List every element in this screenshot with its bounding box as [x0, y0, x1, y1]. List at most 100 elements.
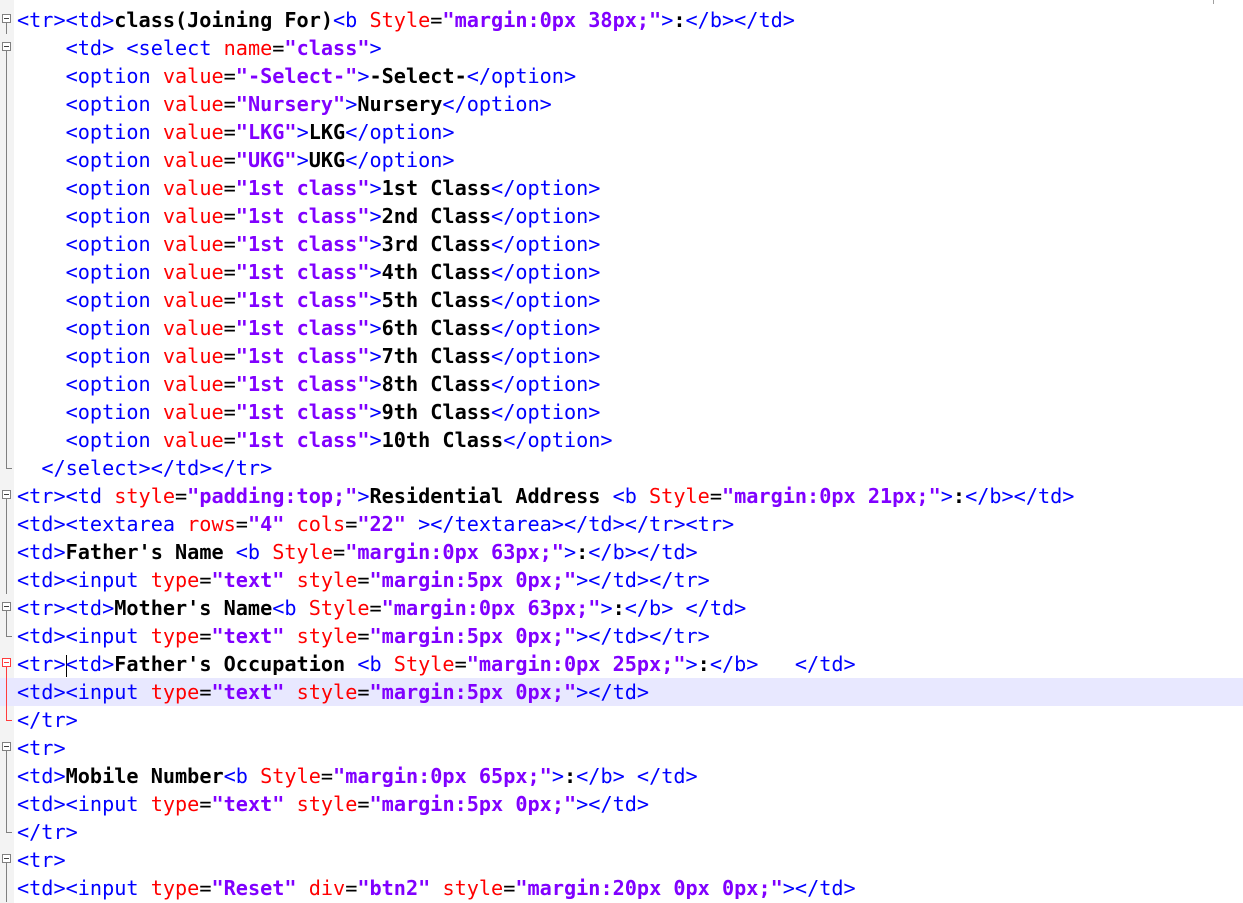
- code-line[interactable]: <option value="1st class">10th Class</op…: [0, 426, 1243, 454]
- value-token: "btn2": [357, 876, 431, 900]
- code-line[interactable]: <option value="1st class">6th Class</opt…: [0, 314, 1243, 342]
- attribute-token: style: [114, 484, 176, 508]
- plain-token: =: [454, 652, 467, 676]
- code-line[interactable]: <td><input type="text" style="margin:5px…: [0, 622, 1243, 650]
- code-line[interactable]: <td> <select name="class">: [0, 34, 1243, 62]
- code-line[interactable]: </tr>: [0, 706, 1243, 734]
- code-text[interactable]: <tr>: [17, 846, 66, 874]
- code-text[interactable]: <option value="-Select-">-Select-</optio…: [17, 62, 577, 90]
- code-text[interactable]: <option value="1st class">7th Class</opt…: [17, 342, 601, 370]
- fold-collapse-icon[interactable]: [2, 658, 11, 667]
- code-text[interactable]: <td><input type="text" style="margin:5px…: [17, 678, 649, 706]
- code-line[interactable]: <td><input type="Reset" div="btn2" style…: [0, 874, 1243, 902]
- code-line[interactable]: <td>Father's Name <b Style="margin:0px 6…: [0, 538, 1243, 566]
- code-line[interactable]: <tr>: [0, 846, 1243, 874]
- fold-collapse-icon[interactable]: [2, 742, 11, 751]
- code-line[interactable]: <tr><td>class(Joining For)<b Style="marg…: [0, 6, 1243, 34]
- code-text[interactable]: <td> <select name="class">: [17, 34, 382, 62]
- code-line[interactable]: <td><input type="text" style="margin:5px…: [0, 678, 1243, 706]
- tag-token: <option: [65, 316, 163, 340]
- value-token: "1st class": [235, 288, 370, 312]
- code-text[interactable]: <option value="Nursery">Nursery</option>: [17, 90, 552, 118]
- code-lines[interactable]: <tr><td>class(Joining For)<b Style="marg…: [0, 6, 1243, 902]
- code-text[interactable]: </tr>: [17, 818, 78, 846]
- code-line[interactable]: <td><input type="text" style="margin:5px…: [0, 790, 1243, 818]
- value-token: "class": [284, 36, 370, 60]
- value-token: "1st class": [235, 176, 370, 200]
- code-line[interactable]: <option value="1st class">4th Class</opt…: [0, 258, 1243, 286]
- fold-gutter: [0, 230, 14, 258]
- code-line[interactable]: <tr>: [0, 734, 1243, 762]
- code-line[interactable]: <option value="1st class">7th Class</opt…: [0, 342, 1243, 370]
- code-line[interactable]: </tr>: [0, 818, 1243, 846]
- fold-collapse-icon[interactable]: [2, 602, 11, 611]
- code-text[interactable]: <option value="1st class">6th Class</opt…: [17, 314, 601, 342]
- fold-collapse-icon[interactable]: [2, 14, 11, 23]
- code-line[interactable]: <td>Mobile Number<b Style="margin:0px 65…: [0, 762, 1243, 790]
- code-text[interactable]: <option value="1st class">10th Class</op…: [17, 426, 613, 454]
- code-line[interactable]: <option value="-Select-">-Select-</optio…: [0, 62, 1243, 90]
- tag-token: <td><input: [17, 568, 151, 592]
- code-line[interactable]: <option value="1st class">2nd Class</opt…: [0, 202, 1243, 230]
- fold-collapse-icon[interactable]: [2, 490, 11, 499]
- tag-token: >: [940, 484, 953, 508]
- code-line[interactable]: <option value="LKG">LKG</option>: [0, 118, 1243, 146]
- code-line[interactable]: <option value="1st class">9th Class</opt…: [0, 398, 1243, 426]
- fold-line: [6, 874, 7, 902]
- code-text[interactable]: <td><input type="Reset" div="btn2" style…: [17, 874, 856, 902]
- code-text[interactable]: </tr>: [17, 706, 78, 734]
- code-line[interactable]: </select></td></tr>: [0, 454, 1243, 482]
- tag-token: <td><input: [17, 624, 151, 648]
- plain-token: =: [709, 484, 722, 508]
- code-line[interactable]: <td><textarea rows="4" cols="22" ></text…: [0, 510, 1243, 538]
- code-text[interactable]: <td><input type="text" style="margin:5px…: [17, 622, 710, 650]
- code-line[interactable]: <option value="UKG">UKG</option>: [0, 146, 1243, 174]
- code-text[interactable]: <tr><td>Mother's Name<b Style="margin:0p…: [17, 594, 746, 622]
- code-text[interactable]: <tr><td>class(Joining For)<b Style="marg…: [17, 6, 795, 34]
- code-line[interactable]: <tr><td>Father's Occupation <b Style="ma…: [0, 650, 1243, 678]
- code-text[interactable]: <option value="1st class">5th Class</opt…: [17, 286, 601, 314]
- code-text[interactable]: <td>Mobile Number<b Style="margin:0px 65…: [17, 762, 698, 790]
- code-text[interactable]: <option value="1st class">4th Class</opt…: [17, 258, 601, 286]
- code-line[interactable]: <td><input type="text" style="margin:5px…: [0, 566, 1243, 594]
- code-text[interactable]: <option value="UKG">UKG</option>: [17, 146, 455, 174]
- tag-token: >: [685, 652, 698, 676]
- code-line[interactable]: <tr><td>Mother's Name<b Style="margin:0p…: [0, 594, 1243, 622]
- fold-line: [6, 118, 7, 146]
- code-text[interactable]: <td><input type="text" style="margin:5px…: [17, 566, 710, 594]
- tag-token: >: [551, 764, 564, 788]
- fold-gutter: [0, 342, 14, 370]
- code-text[interactable]: <option value="1st class">9th Class</opt…: [17, 398, 601, 426]
- code-line[interactable]: <tr><td style="padding:top;">Residential…: [0, 482, 1243, 510]
- tag-token: </option>: [345, 120, 455, 144]
- code-text[interactable]: <tr><td>Father's Occupation <b Style="ma…: [17, 650, 856, 678]
- code-text[interactable]: <tr>: [17, 734, 66, 762]
- text-token: :: [612, 596, 625, 620]
- code-line[interactable]: <option value="1st class">8th Class</opt…: [0, 370, 1243, 398]
- code-text[interactable]: </select></td></tr>: [17, 454, 272, 482]
- fold-line: [6, 706, 7, 720]
- tag-token: <tr>: [17, 652, 66, 676]
- code-text[interactable]: <tr><td style="padding:top;">Residential…: [17, 482, 1074, 510]
- fold-collapse-icon[interactable]: [2, 854, 11, 863]
- code-line[interactable]: <option value="1st class">3rd Class</opt…: [0, 230, 1243, 258]
- code-line[interactable]: <option value="Nursery">Nursery</option>: [0, 90, 1243, 118]
- code-text[interactable]: <option value="1st class">8th Class</opt…: [17, 370, 601, 398]
- code-text[interactable]: <option value="1st class">1st Class</opt…: [17, 174, 601, 202]
- attribute-token: style: [442, 876, 504, 900]
- code-text[interactable]: <option value="1st class">2nd Class</opt…: [17, 202, 601, 230]
- code-text[interactable]: <td><textarea rows="4" cols="22" ></text…: [17, 510, 734, 538]
- code-text[interactable]: <td>Father's Name <b Style="margin:0px 6…: [17, 538, 698, 566]
- code-text[interactable]: <td><input type="text" style="margin:5px…: [17, 790, 649, 818]
- tag-token: <option: [65, 288, 163, 312]
- code-line[interactable]: <option value="1st class">5th Class</opt…: [0, 286, 1243, 314]
- code-editor[interactable]: <tr><td>class(Joining For)<b Style="marg…: [0, 0, 1243, 903]
- code-text[interactable]: <option value="1st class">3rd Class</opt…: [17, 230, 601, 258]
- code-text[interactable]: <option value="LKG">LKG</option>: [17, 118, 455, 146]
- attribute-token: style: [296, 680, 358, 704]
- fold-collapse-icon[interactable]: [2, 42, 11, 51]
- code-line[interactable]: <option value="1st class">1st Class</opt…: [0, 174, 1243, 202]
